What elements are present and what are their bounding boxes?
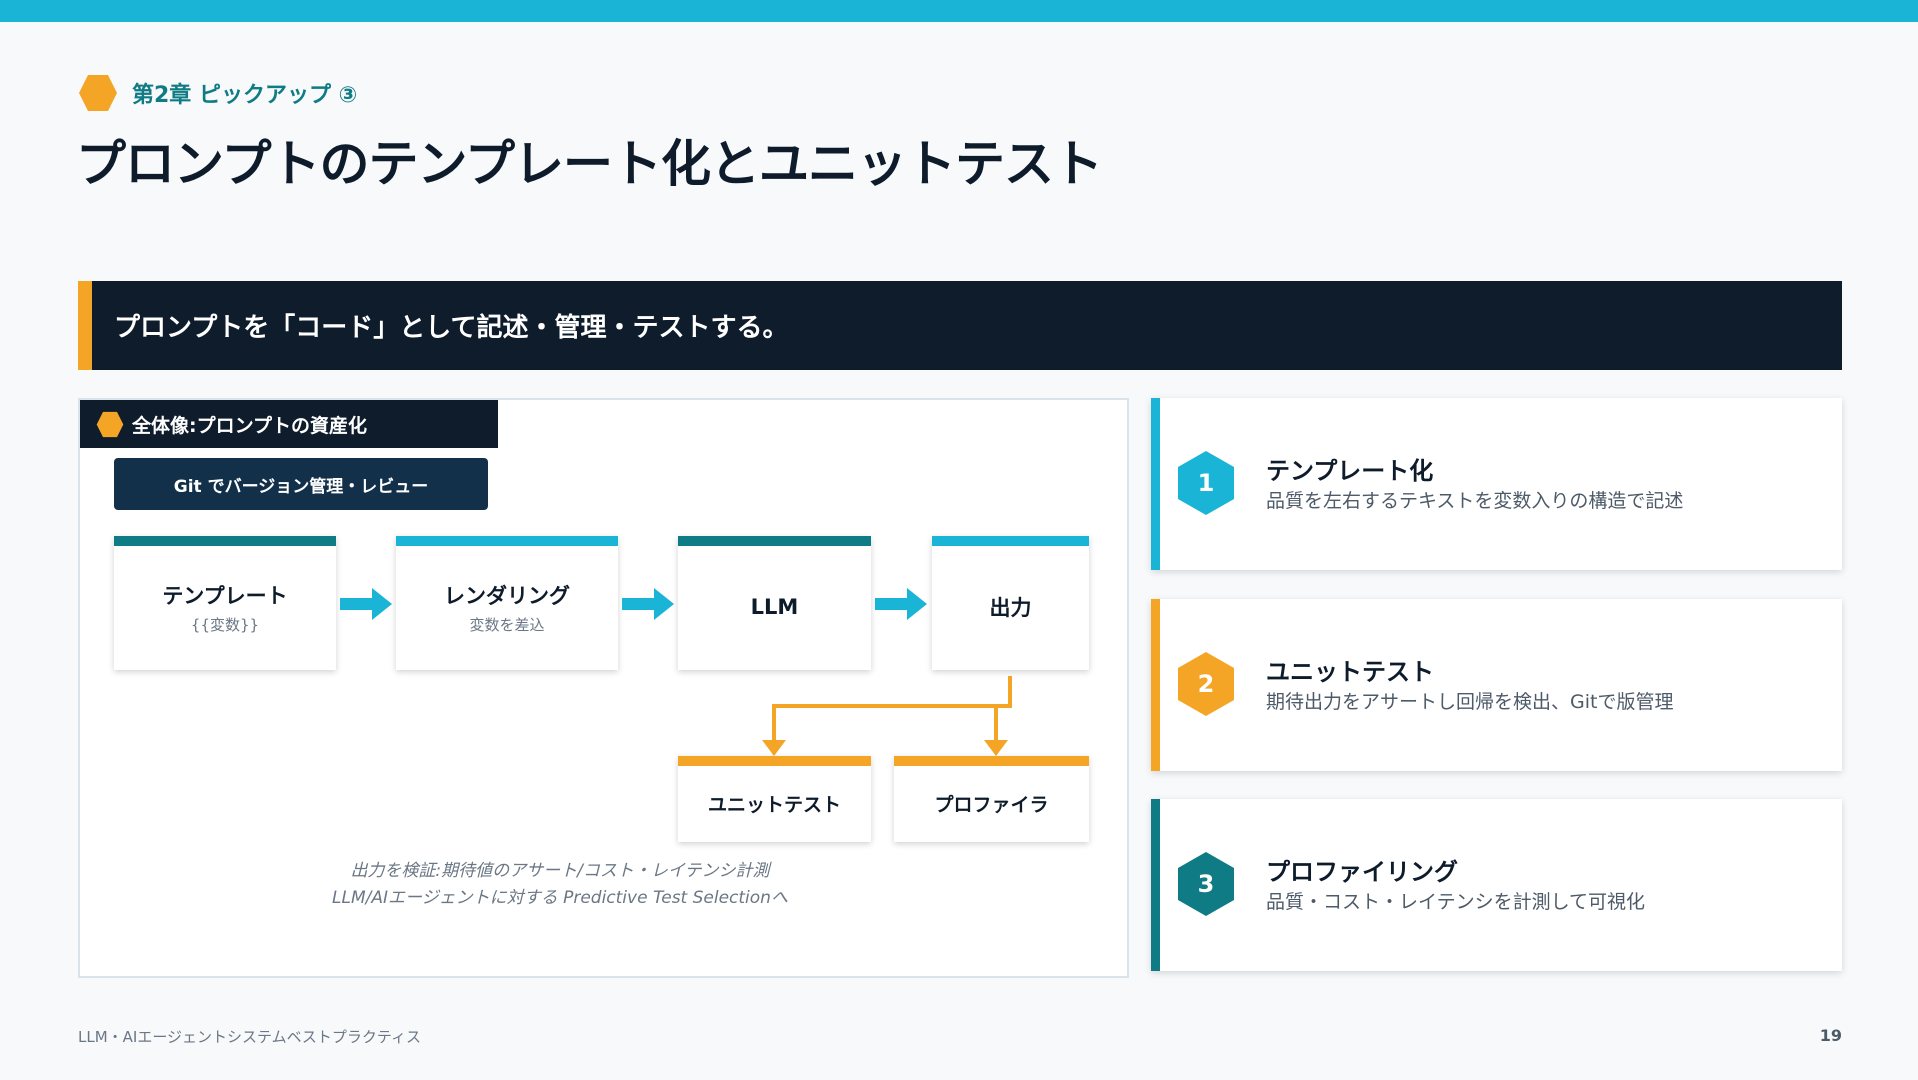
node-cap xyxy=(396,536,618,546)
git-box-text: Git でバージョン管理・レビュー xyxy=(173,476,429,497)
caption-line: 出力を検証:期待値のアサート/コスト・レイテンシ計測 xyxy=(350,861,770,881)
card-description: 品質・コスト・レイテンシを計測して可視化 xyxy=(1266,891,1646,913)
git-version-box: Git でバージョン管理・レビュー xyxy=(114,458,488,510)
diagram-tab: 全体像:プロンプトの資産化 xyxy=(80,400,498,448)
chapter-label: 第2章 ピックアップ ③ xyxy=(78,74,357,112)
diagram-tab-text: 全体像:プロンプトの資産化 xyxy=(132,414,368,437)
node-output: 出力 xyxy=(932,536,1089,670)
card-accent-bar xyxy=(1151,599,1160,771)
card-accent-bar xyxy=(1151,799,1160,971)
node-cap xyxy=(678,536,871,546)
card-number: 3 xyxy=(1197,870,1215,898)
node-label: テンプレート xyxy=(162,583,288,608)
node-rendering: レンダリング 変数を差込 xyxy=(396,536,618,670)
node-llm: LLM xyxy=(678,536,871,670)
arrow-right-icon xyxy=(340,588,392,620)
node-label: LLM xyxy=(750,595,799,619)
node-cap xyxy=(894,756,1089,766)
card-template: 1 テンプレート化 品質を左右するテキストを変数入りの構造で記述 xyxy=(1151,398,1842,570)
card-number: 2 xyxy=(1197,670,1215,698)
card-description: 品質を左右するテキストを変数入りの構造で記述 xyxy=(1266,490,1684,512)
node-label: レンダリング xyxy=(444,583,570,608)
arrow-right-icon xyxy=(875,588,927,620)
page-title: プロンプトのテンプレート化とユニットテスト xyxy=(76,135,1103,193)
node-sub: 変数を差込 xyxy=(469,615,545,634)
chapter-text: 第2章 ピックアップ ③ xyxy=(132,83,358,108)
card-heading: ユニットテスト xyxy=(1266,658,1434,686)
card-heading: テンプレート化 xyxy=(1266,457,1434,485)
top-accent-bar xyxy=(0,0,1918,22)
card-number: 1 xyxy=(1197,469,1215,497)
card-heading: プロファイリング xyxy=(1266,858,1458,886)
card-description: 期待出力をアサートし回帰を検出、Gitで版管理 xyxy=(1266,691,1674,713)
arrow-right-icon xyxy=(622,588,674,620)
banner-text: プロンプトを「コード」として記述・管理・テストする。 xyxy=(114,313,789,343)
card-unittest: 2 ユニットテスト 期待出力をアサートし回帰を検出、Gitで版管理 xyxy=(1151,599,1842,771)
key-message-banner: プロンプトを「コード」として記述・管理・テストする。 xyxy=(78,281,1842,370)
caption-line: LLM/AIエージェントに対する Predictive Test Selecti… xyxy=(332,888,788,908)
node-sub: {{変数}} xyxy=(190,615,260,634)
node-profiler: プロファイラ xyxy=(894,756,1089,842)
node-template: テンプレート {{変数}} xyxy=(114,536,336,670)
diagram-caption: 出力を検証:期待値のアサート/コスト・レイテンシ計測 LLM/AIエージェントに… xyxy=(300,858,820,912)
node-cap xyxy=(932,536,1089,546)
card-profiling: 3 プロファイリング 品質・コスト・レイテンシを計測して可視化 xyxy=(1151,799,1842,971)
node-cap xyxy=(678,756,871,766)
footer-text: LLM・AIエージェントシステムベストプラクティス xyxy=(78,1028,421,1046)
node-label: ユニットテスト xyxy=(707,793,841,816)
node-unittest: ユニットテスト xyxy=(678,756,871,842)
card-accent-bar xyxy=(1151,398,1160,570)
banner-accent xyxy=(78,281,92,370)
page-number: 19 xyxy=(1819,1026,1842,1045)
node-cap xyxy=(114,536,336,546)
node-label: プロファイラ xyxy=(934,793,1049,816)
node-label: 出力 xyxy=(989,596,1032,620)
overview-diagram: 全体像:プロンプトの資産化 Git でバージョン管理・レビュー テンプレート {… xyxy=(78,398,1129,978)
hexagon-icon xyxy=(96,411,124,437)
hexagon-icon xyxy=(79,75,117,111)
